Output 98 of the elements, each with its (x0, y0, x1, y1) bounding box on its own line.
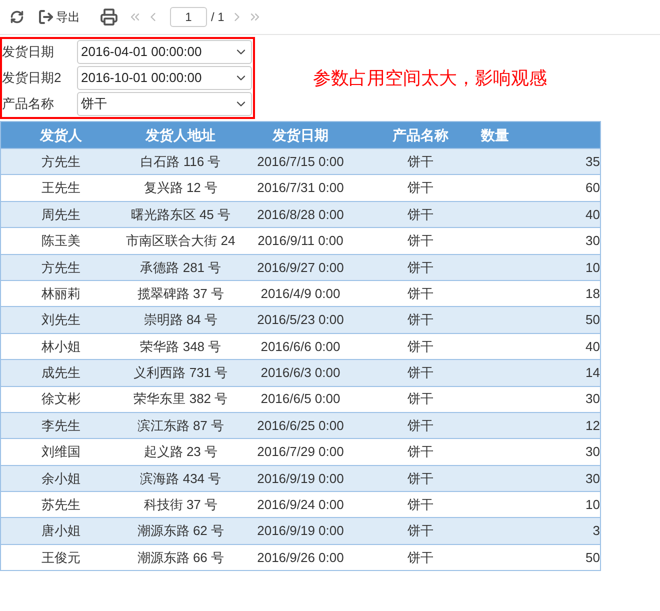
table-cell-text: 18 (584, 284, 600, 303)
table-cell-text: 2016/6/25 0:00 (256, 416, 345, 435)
table-cell-text: 周先生 (40, 206, 82, 224)
table-cell-text: 2016/5/23 0:00 (256, 311, 345, 330)
table-cell-text: 50 (584, 548, 600, 567)
table-cell-text: 李先生 (40, 416, 82, 435)
table-cell-text: 义利西路 731 号 (132, 364, 229, 382)
table-cell-text: 徐文彬 (40, 390, 82, 408)
table-cell-text: 2016/9/24 0:00 (256, 496, 345, 514)
table-cell-text: 科技街 37 号 (142, 496, 219, 514)
table-cell-text: 林丽莉 (40, 284, 82, 303)
table-cell-text: 刘维国 (40, 443, 82, 462)
table-cell-text: 潮源东路 62 号 (136, 522, 226, 540)
table-cell-text: 揽翠碑路 37 号 (136, 284, 226, 303)
table-cell-text: 30 (584, 443, 600, 462)
table-cell-text: 饼干 (406, 390, 434, 408)
table-cell-text: 林小姐 (40, 338, 82, 356)
table-cell-text: 方先生 (40, 258, 82, 276)
table-cell-text: 刘先生 (40, 311, 82, 330)
parameter-dropdown[interactable]: 饼干 (77, 92, 252, 116)
table-cell-text: 2016/6/5 0:00 (260, 390, 342, 408)
table-cell-text: 滨海路 434 号 (139, 470, 222, 488)
table-cell-text: 曙光路东区 45 号 (130, 206, 232, 224)
table-cell-text: 余小姐 (40, 470, 82, 488)
column-header: 发货人 (38, 126, 83, 145)
parameter-label: 发货日期 (2, 43, 55, 62)
table-cell-text: 35 (584, 152, 600, 171)
table-cell-text: 12 (584, 416, 600, 435)
table-cell-text: 2016/9/19 0:00 (256, 522, 345, 540)
table-cell-text: 饼干 (406, 522, 434, 540)
table-cell-text: 10 (584, 258, 600, 276)
table-cell-text: 30 (584, 232, 600, 250)
table-cell-text: 40 (584, 206, 600, 224)
table-cell-text: 方先生 (40, 152, 82, 171)
table-cell-text: 饼干 (406, 548, 434, 567)
table-cell-text: 崇明路 84 号 (142, 311, 219, 330)
table-cell-text: 荣华东里 382 号 (132, 390, 229, 408)
table-cell-text: 饼干 (406, 258, 434, 276)
table-cell-text: 2016/9/27 0:00 (256, 258, 345, 276)
table-cell-text: 2016/9/26 0:00 (256, 548, 345, 567)
page-total: / 1 (211, 9, 224, 26)
page-field[interactable]: 1 (170, 7, 207, 27)
table-cell-text: 王俊元 (40, 548, 82, 567)
table-cell-text: 2016/8/28 0:00 (256, 206, 345, 224)
table-cell-text: 2016/7/15 0:00 (256, 152, 345, 171)
table-cell-text: 3 (592, 522, 600, 540)
parameter-label: 发货日期2 (2, 69, 62, 88)
table-cell-text: 饼干 (406, 496, 434, 514)
table-cell-text: 荣华路 348 号 (139, 338, 222, 356)
column-header: 数量 (480, 126, 510, 144)
table-cell-text: 潮源东路 66 号 (136, 548, 226, 567)
table-cell-text: 饼干 (406, 311, 434, 330)
table-cell-text: 王先生 (40, 179, 82, 198)
table-cell-text: 40 (584, 338, 600, 356)
table-cell-text: 10 (584, 496, 600, 514)
table-cell-text: 60 (584, 179, 600, 198)
table-cell-text: 承德路 281 号 (139, 258, 222, 276)
table-cell-text: 14 (584, 364, 600, 382)
table-cell-text: 苏先生 (40, 496, 82, 514)
table-cell-text: 2016/6/6 0:00 (260, 338, 342, 356)
table-cell-text: 30 (584, 470, 600, 488)
print-icon[interactable] (100, 8, 118, 26)
table-cell-text: 2016/6/3 0:00 (260, 364, 342, 382)
column-header: 发货人地址 (144, 126, 217, 145)
export-button[interactable]: 导出 (38, 8, 80, 26)
parameter-dropdown[interactable]: 2016-10-01 00:00:00 (77, 66, 252, 90)
table-cell-text: 白石路 116 号 (140, 152, 222, 171)
table-cell-text: 唐小姐 (40, 522, 82, 540)
table-cell-text: 饼干 (406, 364, 434, 382)
table-cell-text: 饼干 (406, 470, 434, 488)
table-cell-text: 2016/4/9 0:00 (260, 284, 342, 303)
table-cell-text: 复兴路 12 号 (142, 179, 219, 198)
table-cell-text: 起义路 23 号 (142, 443, 219, 462)
annotation-text: 参数占用空间太大，影响观感 (313, 67, 547, 90)
table-cell-text: 饼干 (406, 284, 434, 303)
column-header: 发货日期 (271, 126, 330, 145)
refresh-icon[interactable] (10, 10, 24, 24)
table-cell-text: 饼干 (406, 416, 434, 435)
parameter-dropdown[interactable]: 2016-04-01 00:00:00 (77, 40, 252, 64)
table-cell-text: 饼干 (406, 179, 434, 198)
table-cell-text: 饼干 (406, 232, 434, 250)
table-cell-text: 2016/7/29 0:00 (256, 443, 345, 462)
table-cell-text: 2016/7/31 0:00 (256, 179, 345, 198)
table-cell-text: 滨江东路 87 号 (136, 416, 226, 435)
table-cell-text: 饼干 (406, 443, 434, 462)
table-cell-text: 成先生 (40, 364, 82, 382)
parameter-label: 产品名称 (2, 95, 55, 114)
table-cell-text: 陈玉美 (40, 232, 82, 250)
table-cell-text: 饼干 (406, 338, 434, 356)
table-cell-text: 市南区联合大街 24 (125, 232, 236, 250)
column-header: 产品名称 (391, 126, 450, 144)
table-cell-text: 饼干 (406, 206, 434, 224)
table-cell-text: 2016/9/19 0:00 (256, 470, 345, 488)
table-cell-text: 饼干 (406, 152, 434, 171)
table-cell-text: 30 (584, 390, 600, 408)
table-cell-text: 50 (584, 311, 600, 330)
export-icon (38, 9, 54, 25)
table-cell-text: 2016/9/11 0:00 (256, 232, 344, 250)
